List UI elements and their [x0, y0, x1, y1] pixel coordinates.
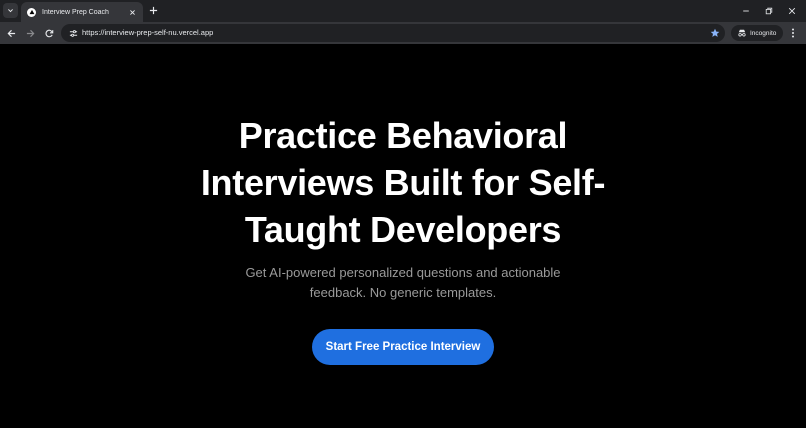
minimize-icon[interactable] — [740, 5, 752, 17]
incognito-label: Incognito — [750, 29, 777, 37]
close-icon[interactable] — [128, 8, 137, 17]
forward-arrow-icon[interactable] — [24, 27, 36, 39]
vercel-favicon-icon — [27, 7, 36, 17]
hero-subtitle-line: Get AI-powered personalized questions an… — [245, 265, 561, 280]
kebab-menu-icon[interactable] — [787, 27, 799, 39]
tab-search-button[interactable] — [3, 3, 18, 18]
plus-icon[interactable] — [148, 5, 159, 16]
incognito-indicator[interactable]: Incognito — [731, 25, 783, 41]
hero-title-line: Practice Behavioral — [238, 115, 568, 156]
star-icon[interactable] — [709, 27, 721, 39]
chevron-down-icon — [8, 9, 13, 13]
page-content: Practice Behavioral Interviews Built for… — [0, 44, 806, 428]
hero-title: Practice Behavioral Interviews Built for… — [153, 112, 653, 253]
hero-title-line: Taught Developers — [244, 209, 562, 250]
start-practice-button[interactable]: Start Free Practice Interview — [312, 329, 494, 365]
url-text: https://interview-prep-self-nu.vercel.ap… — [82, 28, 214, 37]
hero-title-line: Interviews Built for Self- — [200, 162, 606, 203]
window-close-icon[interactable] — [786, 5, 798, 17]
incognito-icon — [738, 29, 746, 37]
reload-icon[interactable] — [43, 27, 55, 39]
tab-strip: Interview Prep Coach — [0, 0, 806, 22]
restore-icon[interactable] — [763, 5, 775, 17]
browser-tab[interactable]: Interview Prep Coach — [21, 2, 143, 22]
browser-toolbar: https://interview-prep-self-nu.vercel.ap… — [0, 22, 806, 44]
tab-title: Interview Prep Coach — [42, 8, 109, 16]
address-bar[interactable]: https://interview-prep-self-nu.vercel.ap… — [61, 24, 725, 42]
back-arrow-icon[interactable] — [5, 27, 17, 39]
hero-subtitle-line: feedback. No generic templates. — [309, 285, 497, 300]
hero-subtitle: Get AI-powered personalized questions an… — [213, 263, 593, 303]
site-settings-icon[interactable] — [67, 27, 79, 39]
